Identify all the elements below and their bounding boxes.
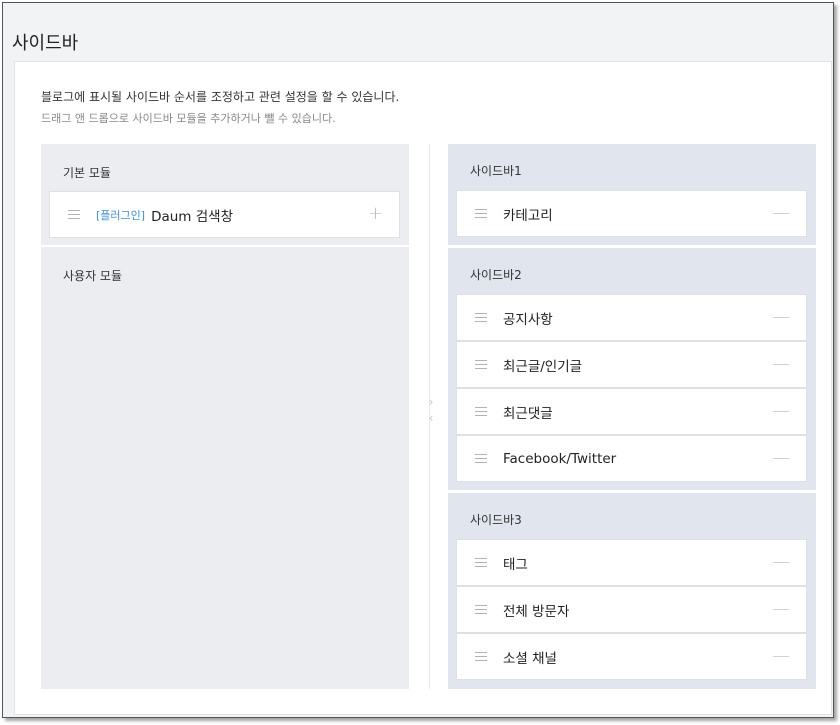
sidebar-1-panel: 사이드바1 카테고리 —: [448, 144, 816, 245]
drag-handle-icon[interactable]: [475, 313, 487, 322]
sidebar-1-title: 사이드바1: [470, 164, 522, 178]
basic-modules-title: 기본 모듈: [63, 166, 111, 180]
user-modules-title: 사용자 모듈: [63, 269, 123, 283]
basic-modules-panel: 기본 모듈 [플러그인] Daum 검색창 +: [41, 144, 409, 245]
module-label: 태그: [503, 556, 528, 573]
module-category[interactable]: 카테고리 —: [456, 190, 807, 237]
module-label: Facebook/Twitter: [503, 450, 617, 467]
remove-icon[interactable]: —: [772, 599, 790, 619]
move-chevrons: › ‹: [425, 394, 437, 428]
remove-icon[interactable]: —: [772, 401, 790, 421]
module-label: 최근글/인기글: [503, 358, 583, 375]
module-daum-search[interactable]: [플러그인] Daum 검색창 +: [49, 191, 400, 238]
content-area: 블로그에 표시될 사이드바 순서를 조정하고 관련 설정을 할 수 있습니다. …: [14, 61, 832, 715]
module-label: 전체 방문자: [503, 603, 570, 620]
page-title: 사이드바: [12, 33, 79, 54]
remove-icon[interactable]: —: [772, 354, 790, 374]
chevron-left-icon: ‹: [428, 411, 434, 425]
sidebar-settings-window: 사이드바 블로그에 표시될 사이드바 순서를 조정하고 관련 설정을 할 수 있…: [2, 2, 834, 718]
drag-handle-icon[interactable]: [475, 605, 487, 614]
add-icon[interactable]: +: [368, 204, 383, 224]
module-facebook-twitter[interactable]: Facebook/Twitter —: [456, 435, 807, 482]
module-label: 최근댓글: [503, 405, 553, 422]
sidebar-2-title: 사이드바2: [470, 268, 522, 282]
drag-handle-icon[interactable]: [475, 209, 487, 218]
module-library: 기본 모듈 [플러그인] Daum 검색창 + 사용자 모듈: [41, 144, 409, 689]
module-notice[interactable]: 공지사항 —: [456, 294, 807, 341]
module-label: 소셜 채널: [503, 650, 557, 667]
drag-handle-icon[interactable]: [68, 210, 80, 219]
module-label: 카테고리: [503, 207, 553, 224]
description-line-1: 블로그에 표시될 사이드바 순서를 조정하고 관련 설정을 할 수 있습니다.: [41, 90, 400, 104]
description-line-2: 드래그 앤 드롭으로 사이드바 모듈을 추가하거나 뺄 수 있습니다.: [41, 112, 336, 125]
chevron-right-icon: ›: [428, 395, 434, 409]
remove-icon[interactable]: —: [772, 307, 790, 327]
module-label: Daum 검색창: [151, 208, 234, 225]
remove-icon[interactable]: —: [772, 203, 790, 223]
drag-handle-icon[interactable]: [475, 558, 487, 567]
remove-icon[interactable]: —: [772, 646, 790, 666]
drag-handle-icon[interactable]: [475, 652, 487, 661]
module-recent-popular-posts[interactable]: 최근글/인기글 —: [456, 341, 807, 388]
sidebar-3-panel: 사이드바3 태그 — 전체 방문자 — 소셜 채널 —: [448, 493, 816, 689]
drag-handle-icon[interactable]: [475, 360, 487, 369]
module-recent-comments[interactable]: 최근댓글 —: [456, 388, 807, 435]
module-total-visitors[interactable]: 전체 방문자 —: [456, 586, 807, 633]
remove-icon[interactable]: —: [772, 552, 790, 572]
plugin-tag: [플러그인]: [96, 208, 146, 222]
module-label: 공지사항: [503, 311, 553, 328]
drag-handle-icon[interactable]: [475, 407, 487, 416]
module-tags[interactable]: 태그 —: [456, 539, 807, 586]
module-social-channels[interactable]: 소셜 채널 —: [456, 633, 807, 680]
sidebar-3-title: 사이드바3: [470, 513, 522, 527]
drag-handle-icon[interactable]: [475, 454, 487, 463]
sidebar-2-panel: 사이드바2 공지사항 — 최근글/인기글 — 최근댓글 — Facebook/T…: [448, 248, 816, 490]
user-modules-panel: 사용자 모듈: [41, 247, 409, 689]
remove-icon[interactable]: —: [772, 448, 790, 468]
